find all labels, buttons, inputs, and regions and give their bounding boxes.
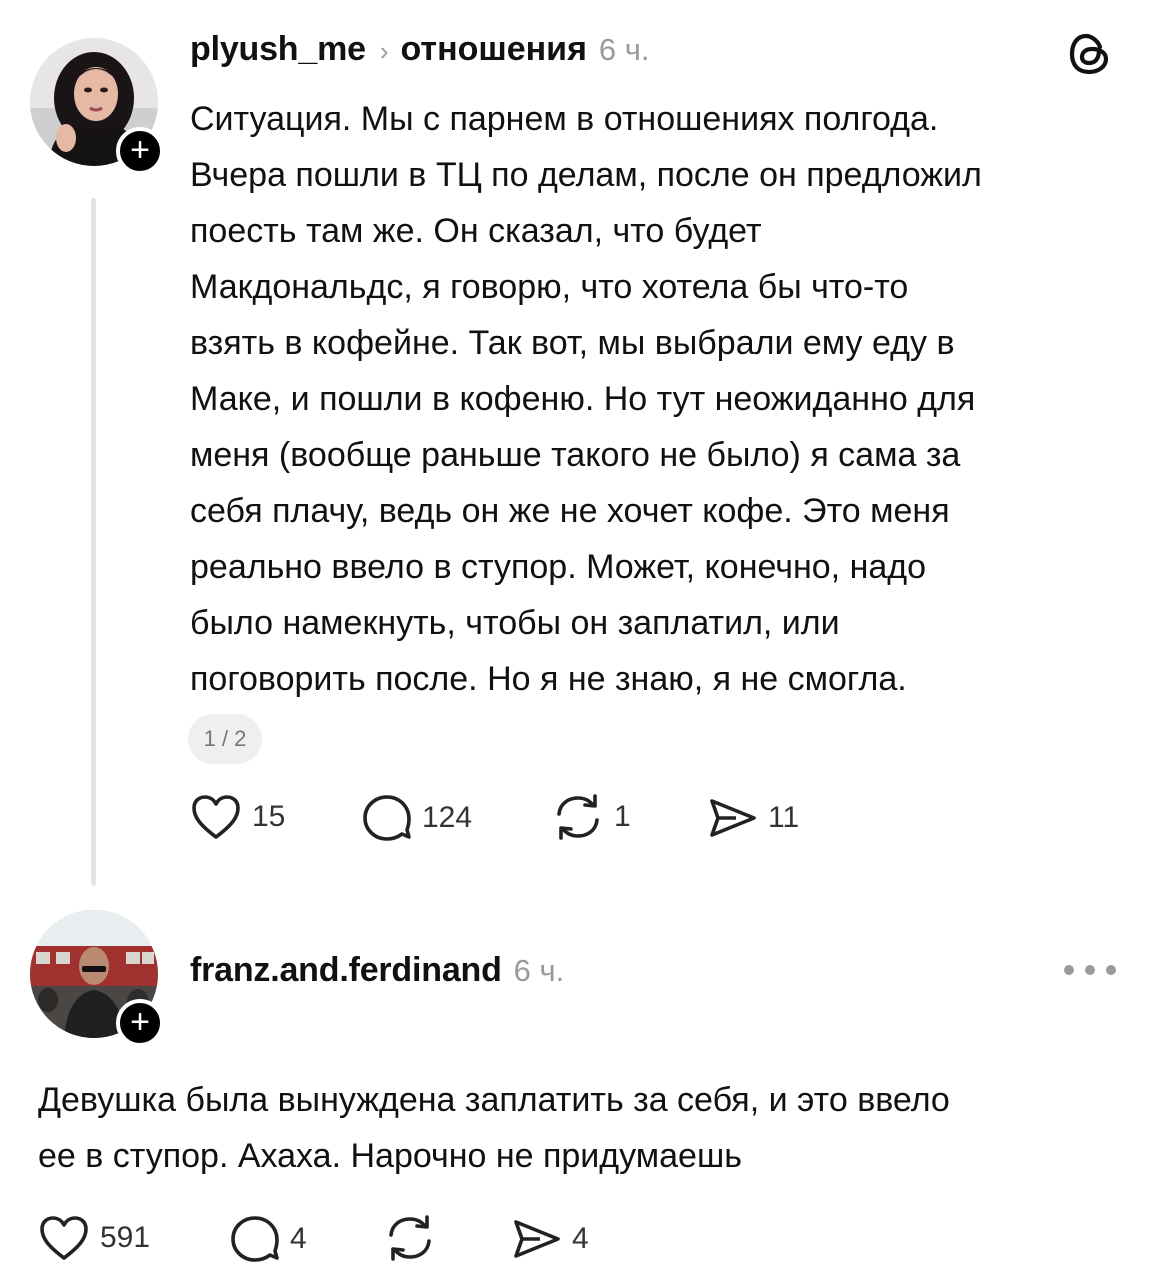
post-text-line: было намекнуть, чтобы он заплатил, или [190,604,840,642]
post-text-line: ее в ступор. Ахаха. Нарочно не придумаеш… [38,1137,742,1175]
more-icon[interactable] [1064,958,1116,982]
post-text-line: поесть там же. Он сказал, что будет [190,212,762,250]
post-text-line: Девушка была вынуждена заплатить за себя… [38,1081,950,1119]
post-header: franz.and.ferdinand 6 ч. [190,951,564,990]
username-franz-and-ferdinand[interactable]: franz.and.ferdinand [190,951,502,990]
comment-count: 4 [290,1222,307,1255]
post-time: 6 ч. [598,32,650,67]
follow-franz-and-ferdinand-button[interactable]: + [116,999,164,1047]
share-count: 4 [572,1222,589,1255]
post-time: 6 ч. [513,953,565,988]
topic-tag[interactable]: отношения [401,30,587,69]
heart-icon [40,1216,88,1260]
comment-icon [363,795,411,841]
threads-logo-icon[interactable] [1066,30,1114,78]
post-text-line: взять в кофейне. Так вот, мы выбрали ему… [190,324,955,362]
repost-count: 1 [614,800,631,833]
heart-icon [192,795,240,839]
share-count: 11 [768,801,800,834]
comment-button[interactable]: 4 [230,1214,307,1264]
post-header: plyush_me › отношения 6 ч. [190,30,650,69]
like-count: 15 [252,800,286,833]
share-button[interactable]: 4 [510,1216,589,1262]
repost-icon [557,794,599,840]
comment-icon [231,1216,279,1262]
post-text-line: себя плачу, ведь он же не хочет кофе. Эт… [190,492,950,530]
comment-count: 124 [422,801,473,834]
repost-button[interactable]: 1 [552,792,631,842]
reply-body-text: Девушка была вынуждена заплатить за себя… [38,1072,1128,1184]
chevron-right-icon: › [379,36,389,66]
follow-plyush-me-button[interactable]: + [116,127,164,175]
post-text-line: Маке, и пошли в кофеню. Но тут неожиданн… [190,380,976,418]
plus-icon: + [130,130,150,169]
page-indicator: 1 / 2 [188,714,262,764]
post-text-line: Вчера пошли в ТЦ по делам, после он пред… [190,156,982,194]
post-text-line: поговорить после. Но я не знаю, я не смо… [190,660,907,698]
share-icon [514,1220,560,1258]
post-text-line: Ситуация. Мы с парнем в отношениях полго… [190,100,939,138]
repost-icon [389,1215,431,1261]
like-button[interactable]: 15 [190,793,285,841]
post-body-text: Ситуация. Мы с парнем в отношениях полго… [190,91,1130,707]
post-text-line: меня (вообще раньше такого не было) я са… [190,436,961,474]
thread-connector-line [91,198,96,886]
plus-icon: + [130,1002,150,1041]
share-icon [710,799,756,837]
repost-button[interactable] [384,1213,446,1263]
post-text-line: реально ввело в ступор. Может, конечно, … [190,548,926,586]
like-button[interactable]: 591 [38,1214,150,1262]
share-button[interactable]: 11 [706,795,799,841]
username-plyush-me[interactable]: plyush_me [190,30,366,69]
post-text-line: Макдональдс, я говорю, что хотела бы что… [190,268,909,306]
like-count: 591 [100,1221,151,1254]
comment-button[interactable]: 124 [362,793,472,843]
